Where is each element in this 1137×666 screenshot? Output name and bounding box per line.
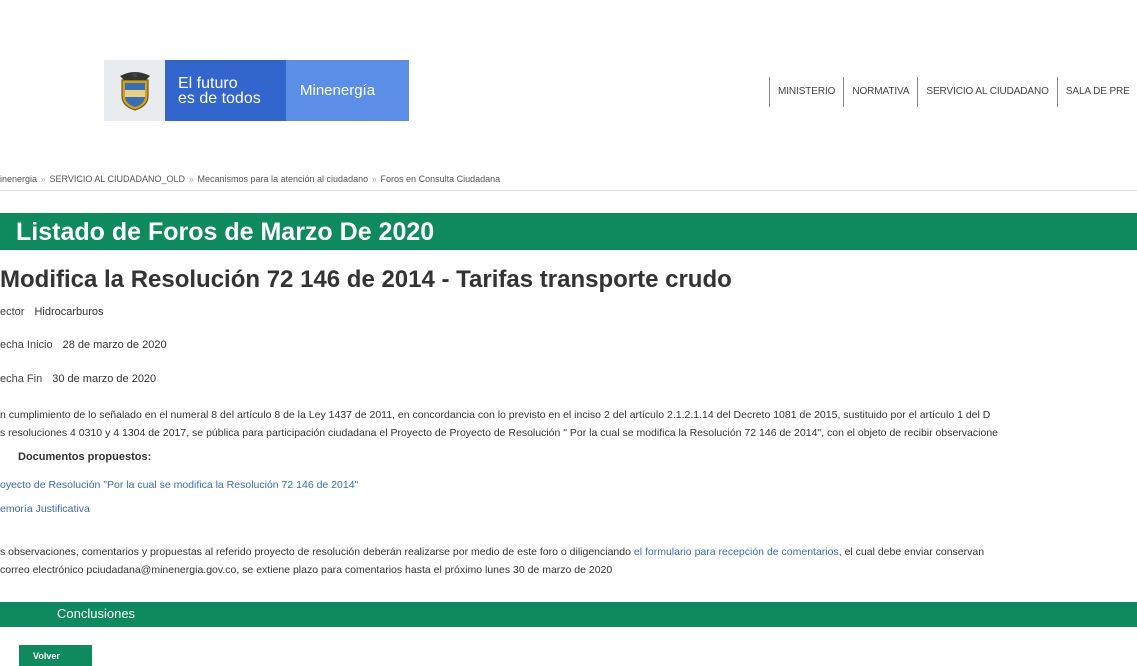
sector-label: ector: [0, 306, 25, 318]
breadcrumb-separator: »: [41, 175, 46, 184]
conclusions-bar[interactable]: Conclusiones: [0, 602, 1137, 627]
start-date-label: echa Inicio: [0, 339, 53, 351]
top-navigation: MINISTERIO NORMATIVA SERVICIO AL CIUDADA…: [769, 77, 1137, 107]
breadcrumb-separator: »: [372, 175, 377, 184]
doc-link-memoria-justificativa[interactable]: emoría Justificativa: [0, 503, 90, 515]
breadcrumb-item-servicio[interactable]: SERVICIO AL CIUDADANO_OLD: [49, 174, 185, 184]
minenergia-logo[interactable]: El futuro es de todos Minenergía: [104, 60, 409, 121]
forum-title: Modifica la Resolución 72 146 de 2014 - …: [0, 266, 732, 293]
nav-item-normativa[interactable]: NORMATIVA: [843, 77, 917, 107]
logo-line1: El futuro: [178, 74, 238, 92]
documents-heading: Documentos propuestos:: [18, 451, 152, 463]
conclusions-label: Conclusiones: [57, 606, 136, 621]
end-date-field: echa Fin 30 de marzo de 2020: [0, 373, 156, 385]
observations-text-a: s observaciones, comentarios y propuesta…: [0, 546, 634, 558]
nav-item-ministerio[interactable]: MINISTERIO: [769, 77, 843, 107]
start-date-value: 28 de marzo de 2020: [62, 339, 167, 351]
breadcrumb-divider: [0, 190, 1137, 191]
end-date-label: echa Fin: [0, 373, 43, 385]
logo-ministry-name: Minenergía: [286, 60, 409, 121]
breadcrumb-item-foros[interactable]: Foros en Consulta Ciudadana: [381, 174, 501, 184]
breadcrumb: inenergia» SERVICIO AL CIUDADANO_OLD» Meca…: [0, 174, 500, 184]
comments-form-link[interactable]: el formulario para recepción de comentar…: [634, 546, 839, 558]
breadcrumb-separator: »: [189, 175, 194, 184]
description-line-2: s resoluciones 4 0310 y 4 1304 de 2017, …: [0, 427, 998, 439]
page-title-bar: Listado de Foros de Marzo De 2020: [0, 213, 1137, 250]
description-line-1: n cumplimiento de lo señalado en el nume…: [0, 409, 991, 421]
sector-field: ector Hidrocarburos: [0, 306, 104, 318]
logo-line2: es de todos: [178, 89, 261, 107]
start-date-field: echa Inicio 28 de marzo de 2020: [0, 339, 167, 351]
breadcrumb-item-minenergia[interactable]: inenergia: [0, 174, 37, 184]
observations-line-2: correo electrónico pciudadana@minenergia…: [0, 564, 613, 576]
doc-link-proyecto-resolucion[interactable]: oyecto de Resolución "Por la cual se mod…: [0, 479, 358, 491]
nav-item-sala-de-prensa[interactable]: SALA DE PRE: [1056, 77, 1137, 107]
nav-item-servicio-al-ciudadano[interactable]: SERVICIO AL CIUDADANO: [917, 77, 1056, 107]
end-date-value: 30 de marzo de 2020: [52, 373, 157, 385]
back-button[interactable]: Volver: [19, 645, 92, 666]
observations-text-b: , el cual debe enviar conservan: [838, 546, 985, 558]
sector-value: Hidrocarburos: [34, 306, 104, 318]
page-title: Listado de Foros de Marzo De 2020: [16, 218, 435, 246]
breadcrumb-item-mecanismos[interactable]: Mecanismos para la atención al ciudadano: [197, 174, 368, 184]
observations-line-1: s observaciones, comentarios y propuesta…: [0, 546, 984, 558]
logo-slogan: El futuro es de todos: [165, 60, 286, 121]
colombia-coat-of-arms-icon: [104, 60, 165, 121]
